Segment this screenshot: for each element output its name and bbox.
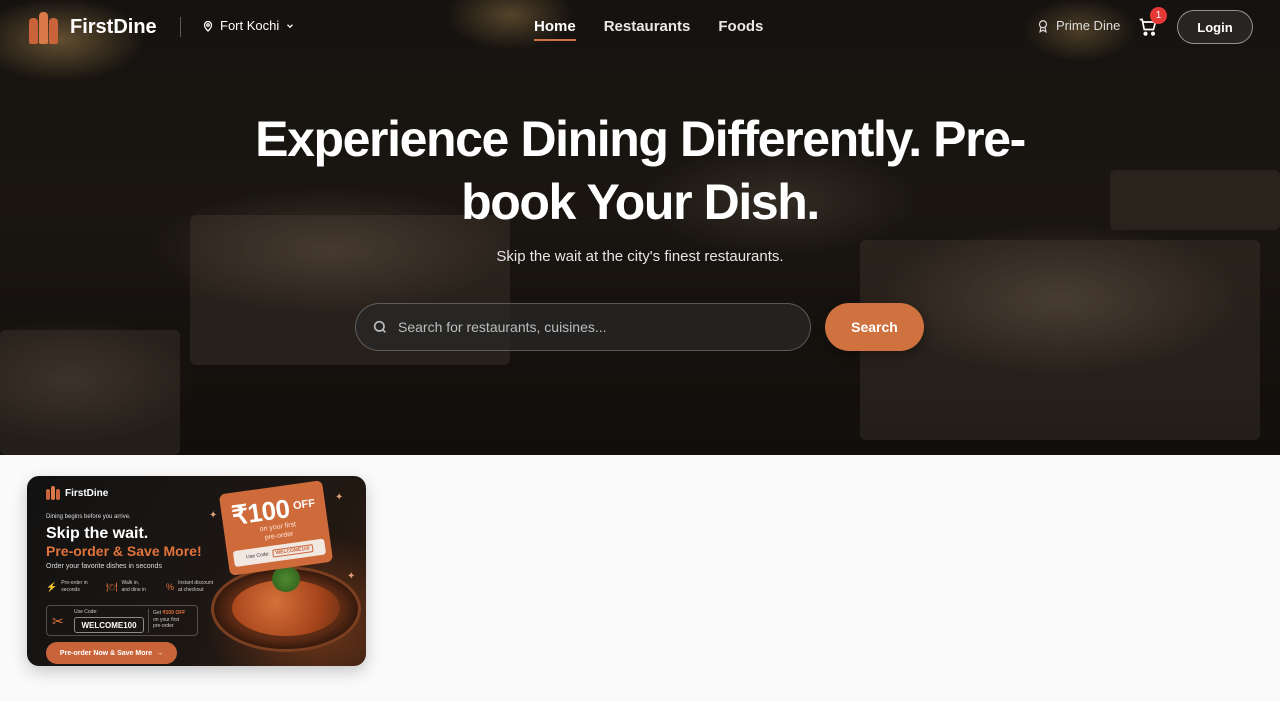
promo-feature-line1: Instant discount (178, 580, 214, 586)
discount-ticket: ₹100 OFF on your first pre-order Use Cod… (218, 480, 334, 576)
pasta-image (232, 566, 340, 636)
logo-icon (28, 10, 58, 44)
promo-code-label: Use Code: (74, 609, 98, 615)
promo-feature-line1: Walk in, (121, 580, 140, 586)
location-pin-icon (203, 20, 213, 32)
promo-cta-label: Pre-order Now & Save More (59, 649, 153, 657)
promo-feature: % Instant discount at checkout (166, 580, 218, 594)
search-input[interactable] (398, 319, 810, 335)
arrow-right-icon: → (156, 649, 164, 657)
discount-icon: % (166, 581, 175, 592)
promo-feature-line2: and dine in (121, 587, 146, 593)
ticket-code-value: WELCOME100 (272, 544, 314, 558)
cutlery-icon: 🍽 (106, 581, 118, 592)
promo-feature: 🍽 Walk in, and dine in (106, 580, 158, 594)
promo-feature-line1: Pre-order in (61, 580, 88, 586)
promo-code-offer: Get ₹100 OFF on your first pre-order (153, 610, 199, 630)
nav-link-home[interactable]: Home (534, 18, 576, 41)
promo-feature-line2: seconds (61, 587, 80, 593)
promo-headline-accent: Pre-order & Save More! (46, 543, 202, 559)
coupon-icon: ✂ (52, 613, 64, 629)
promo-code-box: ✂ Use Code: WELCOME100 Get ₹100 OFF on y… (46, 605, 198, 636)
sparkle-icon: ✦ (335, 492, 344, 503)
promo-offer-line3: pre-order (153, 623, 174, 629)
promo-features: ⚡ Pre-order in seconds 🍽 Walk in, and dine… (46, 580, 218, 594)
prime-dine-label: Prime Dine (1056, 18, 1121, 33)
hero-subtitle: Skip the wait at the city's finest resta… (496, 248, 784, 265)
promo-brand-name: FirstDine (65, 487, 109, 499)
promo-code-divider (148, 609, 149, 633)
nav-links: Home Restaurants Foods (534, 18, 763, 41)
chevron-down-icon (287, 23, 294, 28)
promo-subline: Order your favorite dishes in seconds (46, 563, 162, 570)
promo-offer-line2: on your first (153, 616, 180, 623)
promo-feature: ⚡ Pre-order in seconds (46, 580, 98, 594)
ticket-sub-line2: pre-order (264, 530, 294, 542)
award-icon (1038, 19, 1048, 33)
search-icon (373, 320, 386, 333)
nav-divider (180, 17, 181, 37)
promo-feature-line2: at checkout (178, 587, 204, 593)
promo-brand: FirstDine (46, 486, 108, 500)
promo-code-value: WELCOME100 (74, 617, 144, 633)
hero-title: Experience Dining Differently. Pre-book … (255, 111, 1026, 230)
nav-link-foods[interactable]: Foods (718, 18, 763, 41)
sparkle-icon: ✦ (209, 510, 218, 521)
promo-offer-prefix: Get (153, 610, 162, 616)
prime-dine-link[interactable]: Prime Dine (1036, 18, 1120, 33)
promo-logo-icon (46, 486, 60, 500)
promo-tagline: Dining begins before you arrive. (46, 514, 131, 520)
search-box (355, 303, 811, 351)
location-selector[interactable]: Fort Kochi (202, 18, 295, 33)
promo-cta-button[interactable]: Pre-order Now & Save More → (46, 642, 177, 664)
cart-count-badge: 1 (1150, 7, 1167, 24)
nav-link-restaurants[interactable]: Restaurants (604, 18, 691, 41)
login-button[interactable]: Login (1177, 10, 1253, 44)
promo-offer-amount: ₹100 OFF (162, 610, 186, 616)
navbar: FirstDine Fort Kochi Home Restaurants Fo… (0, 0, 1280, 54)
ticket-code-label: Use Code: (245, 551, 271, 561)
brand-name: FirstDine (70, 15, 157, 38)
promo-headline: Skip the wait. (46, 525, 149, 542)
sparkle-icon: ✦ (347, 571, 356, 582)
location-label: Fort Kochi (220, 18, 280, 33)
hero-bg-table (1110, 170, 1280, 230)
lightning-icon: ⚡ (46, 581, 58, 592)
hero-bg-table (0, 330, 180, 455)
ticket-off: OFF (292, 497, 316, 513)
brand-logo[interactable]: FirstDine (28, 10, 157, 44)
search-button[interactable]: Search (825, 303, 924, 351)
promo-banner[interactable]: FirstDine Dining begins before you arriv… (27, 476, 366, 666)
